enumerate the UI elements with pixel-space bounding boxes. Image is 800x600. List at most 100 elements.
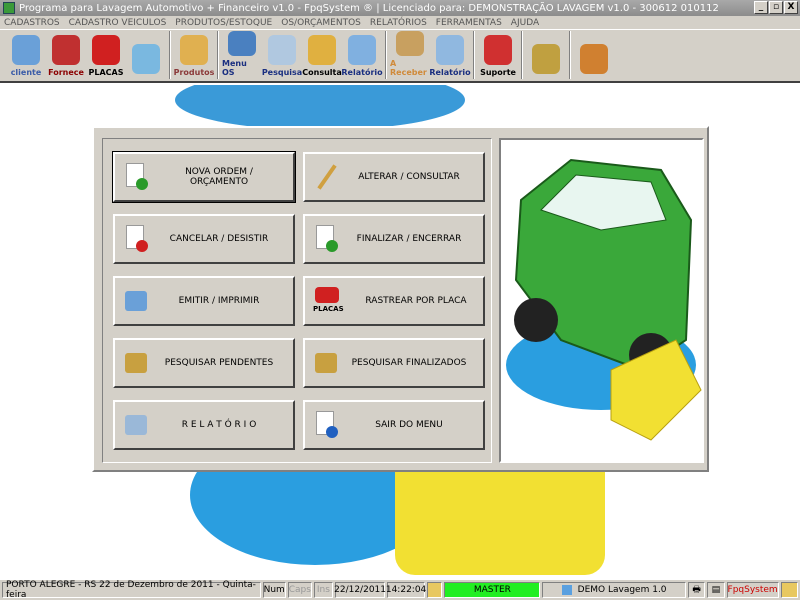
button-rastrearporplaca[interactable]: PLACAS RASTREAR POR PLACA [303,276,485,326]
search-pending-icon [123,349,149,377]
toolbar-button-fornece[interactable]: Fornece [46,31,86,81]
consult-drawer-icon [308,35,336,65]
status-date: 22/12/2011 [334,582,386,598]
toolbar-separator [569,31,571,79]
button-sairdomenu[interactable]: SAIR DO MENU [303,400,485,450]
license-plate-icon [92,35,120,65]
menu-ajuda[interactable]: AJUDA [511,18,539,28]
button-label: PESQUISAR PENDENTES [164,358,274,368]
new-document-icon [123,163,149,191]
menu-cadastro-veiculos[interactable]: CADASTRO VEICULOS [69,18,167,28]
status-location-date: PORTO ALEGRE - RS 22 de Dezembro de 2011… [2,580,261,600]
support-icon [484,35,512,65]
user-icon [427,582,443,598]
toolbar-button-schedule-clock[interactable] [126,31,166,81]
toolbar-separator [169,31,171,79]
status-user: MASTER [444,582,541,598]
toolbar-button-pesquisa[interactable]: Pesquisa [262,31,302,81]
toolbar-button-a-receber[interactable]: A Receber [390,31,430,81]
button-label: NOVA ORDEM / ORÇAMENTO [185,167,253,187]
toolbar-button-exit-door[interactable] [574,31,614,81]
button-relat-rio[interactable]: R E L A T Ó R I O [113,400,295,450]
title-bar: Programa para Lavagem Automotivo + Finan… [0,0,800,16]
status-num: Num [262,582,286,598]
toolbar-label: Relatório [341,68,383,77]
toolbar-button-menu-os[interactable]: Menu OS [222,31,262,81]
printer-icon[interactable]: 🖶 [687,582,706,598]
report-icon [348,35,376,65]
client-icon [12,35,40,65]
button-alterar-consultar[interactable]: ALTERAR / CONSULTAR [303,152,485,202]
track-plate-icon: PLACAS [313,287,353,315]
toolbar-button-consulta[interactable]: Consulta [302,31,342,81]
close-button[interactable]: X [784,1,798,14]
toolbar-label: Fornece [48,68,84,77]
button-label: CANCELAR / DESISTIR [169,234,269,244]
receivable-icon [396,31,424,56]
exit-menu-icon [313,411,339,439]
toolbar-button-relat-rio[interactable]: Relatório [429,31,471,81]
print-person-icon [123,287,149,315]
car-wash-picture [499,138,704,463]
status-bar: PORTO ALEGRE - RS 22 de Dezembro de 2011… [0,580,800,600]
restore-button[interactable]: ▫ [769,1,783,14]
button-panel: NOVA ORDEM / ORÇAMENTO ALTERAR / CONSULTA… [102,138,492,463]
button-label: ALTERAR / CONSULTAR [358,172,460,182]
wallpaper-blue-shape [175,85,465,130]
service-order-icon [228,31,256,56]
status-brand: FpqSystem [726,582,779,598]
menu-os-or-amentos[interactable]: OS/ORÇAMENTOS [281,18,361,28]
toolbar-label: Relatório [429,68,471,77]
version-icon [561,585,572,595]
button-pesquisarpendentes[interactable]: PESQUISAR PENDENTES [113,338,295,388]
button-novaordem-or-amento[interactable]: NOVA ORDEM / ORÇAMENTO [112,151,296,203]
cancel-document-icon [123,225,149,253]
search-finished-icon [313,349,339,377]
menu-produtos-estoque[interactable]: PRODUTOS/ESTOQUE [175,18,272,28]
financial-report-icon [436,35,464,65]
finish-check-icon [313,225,339,253]
toolbar-label: A Receber [390,59,427,77]
app-icon [3,2,15,14]
toolbar-label: cliente [10,68,42,77]
toolbar-button-placas[interactable]: PLACAS [86,31,126,81]
toolbar-button-relat-rio[interactable]: Relatório [341,31,383,81]
button-label: PESQUISAR FINALIZADOS [351,358,467,368]
button-emitir-imprimir[interactable]: EMITIR / IMPRIMIR [113,276,295,326]
toolbar-label: Produtos [173,68,215,77]
menu-ferramentas[interactable]: FERRAMENTAS [436,18,502,28]
button-cancelar-desistir[interactable]: CANCELAR / DESISTIR [113,214,295,264]
button-pesquisarfinalizados[interactable]: PESQUISAR FINALIZADOS [303,338,485,388]
products-boxes-icon [180,35,208,65]
toolbar-label: PLACAS [88,68,124,77]
button-label: R E L A T Ó R I O [181,420,257,430]
toolbar-separator [473,31,475,79]
toolbar-separator [385,31,387,79]
toolbar-button-coin[interactable] [526,31,566,81]
exit-door-icon [580,44,608,74]
toolbar-label: Consulta [302,68,342,77]
status-time: 14:22:04 [386,582,426,598]
plate-icon-label: PLACAS [313,305,344,313]
menu-relat-rios[interactable]: RELATÓRIOS [370,18,427,28]
status-version: DEMO Lavagem 1.0 [542,582,686,598]
menu-cadastros[interactable]: CADASTROS [4,18,60,28]
menu-bar: CADASTROS CADASTRO VEICULOS PRODUTOS/ESTOQ… [0,16,800,29]
toolbar-button-produtos[interactable]: Produtos [174,31,214,81]
toolbar-button-cliente[interactable]: cliente [6,31,46,81]
toolbar-button-suporte[interactable]: Suporte [478,31,518,81]
toolbar-separator [521,31,523,79]
button-finalizar-encerrar[interactable]: FINALIZAR / ENCERRAR [303,214,485,264]
os-menu-dialog: NOVA ORDEM / ORÇAMENTO ALTERAR / CONSULTA… [92,126,709,472]
toolbar-label: Suporte [480,68,516,77]
edit-pencil-icon [313,163,339,191]
supplier-icon [52,35,80,65]
search-icon [268,35,296,65]
minimize-button[interactable]: _ [754,1,768,14]
network-icon[interactable]: ▤ [707,582,725,598]
toolbar-label: Pesquisa [261,68,303,77]
report-printer-icon [123,411,149,439]
status-caps: Caps [287,582,312,598]
coin-icon [532,44,560,74]
toolbar: cliente Fornece PLACAS Produtos Menu OS Pesqu… [0,29,800,83]
